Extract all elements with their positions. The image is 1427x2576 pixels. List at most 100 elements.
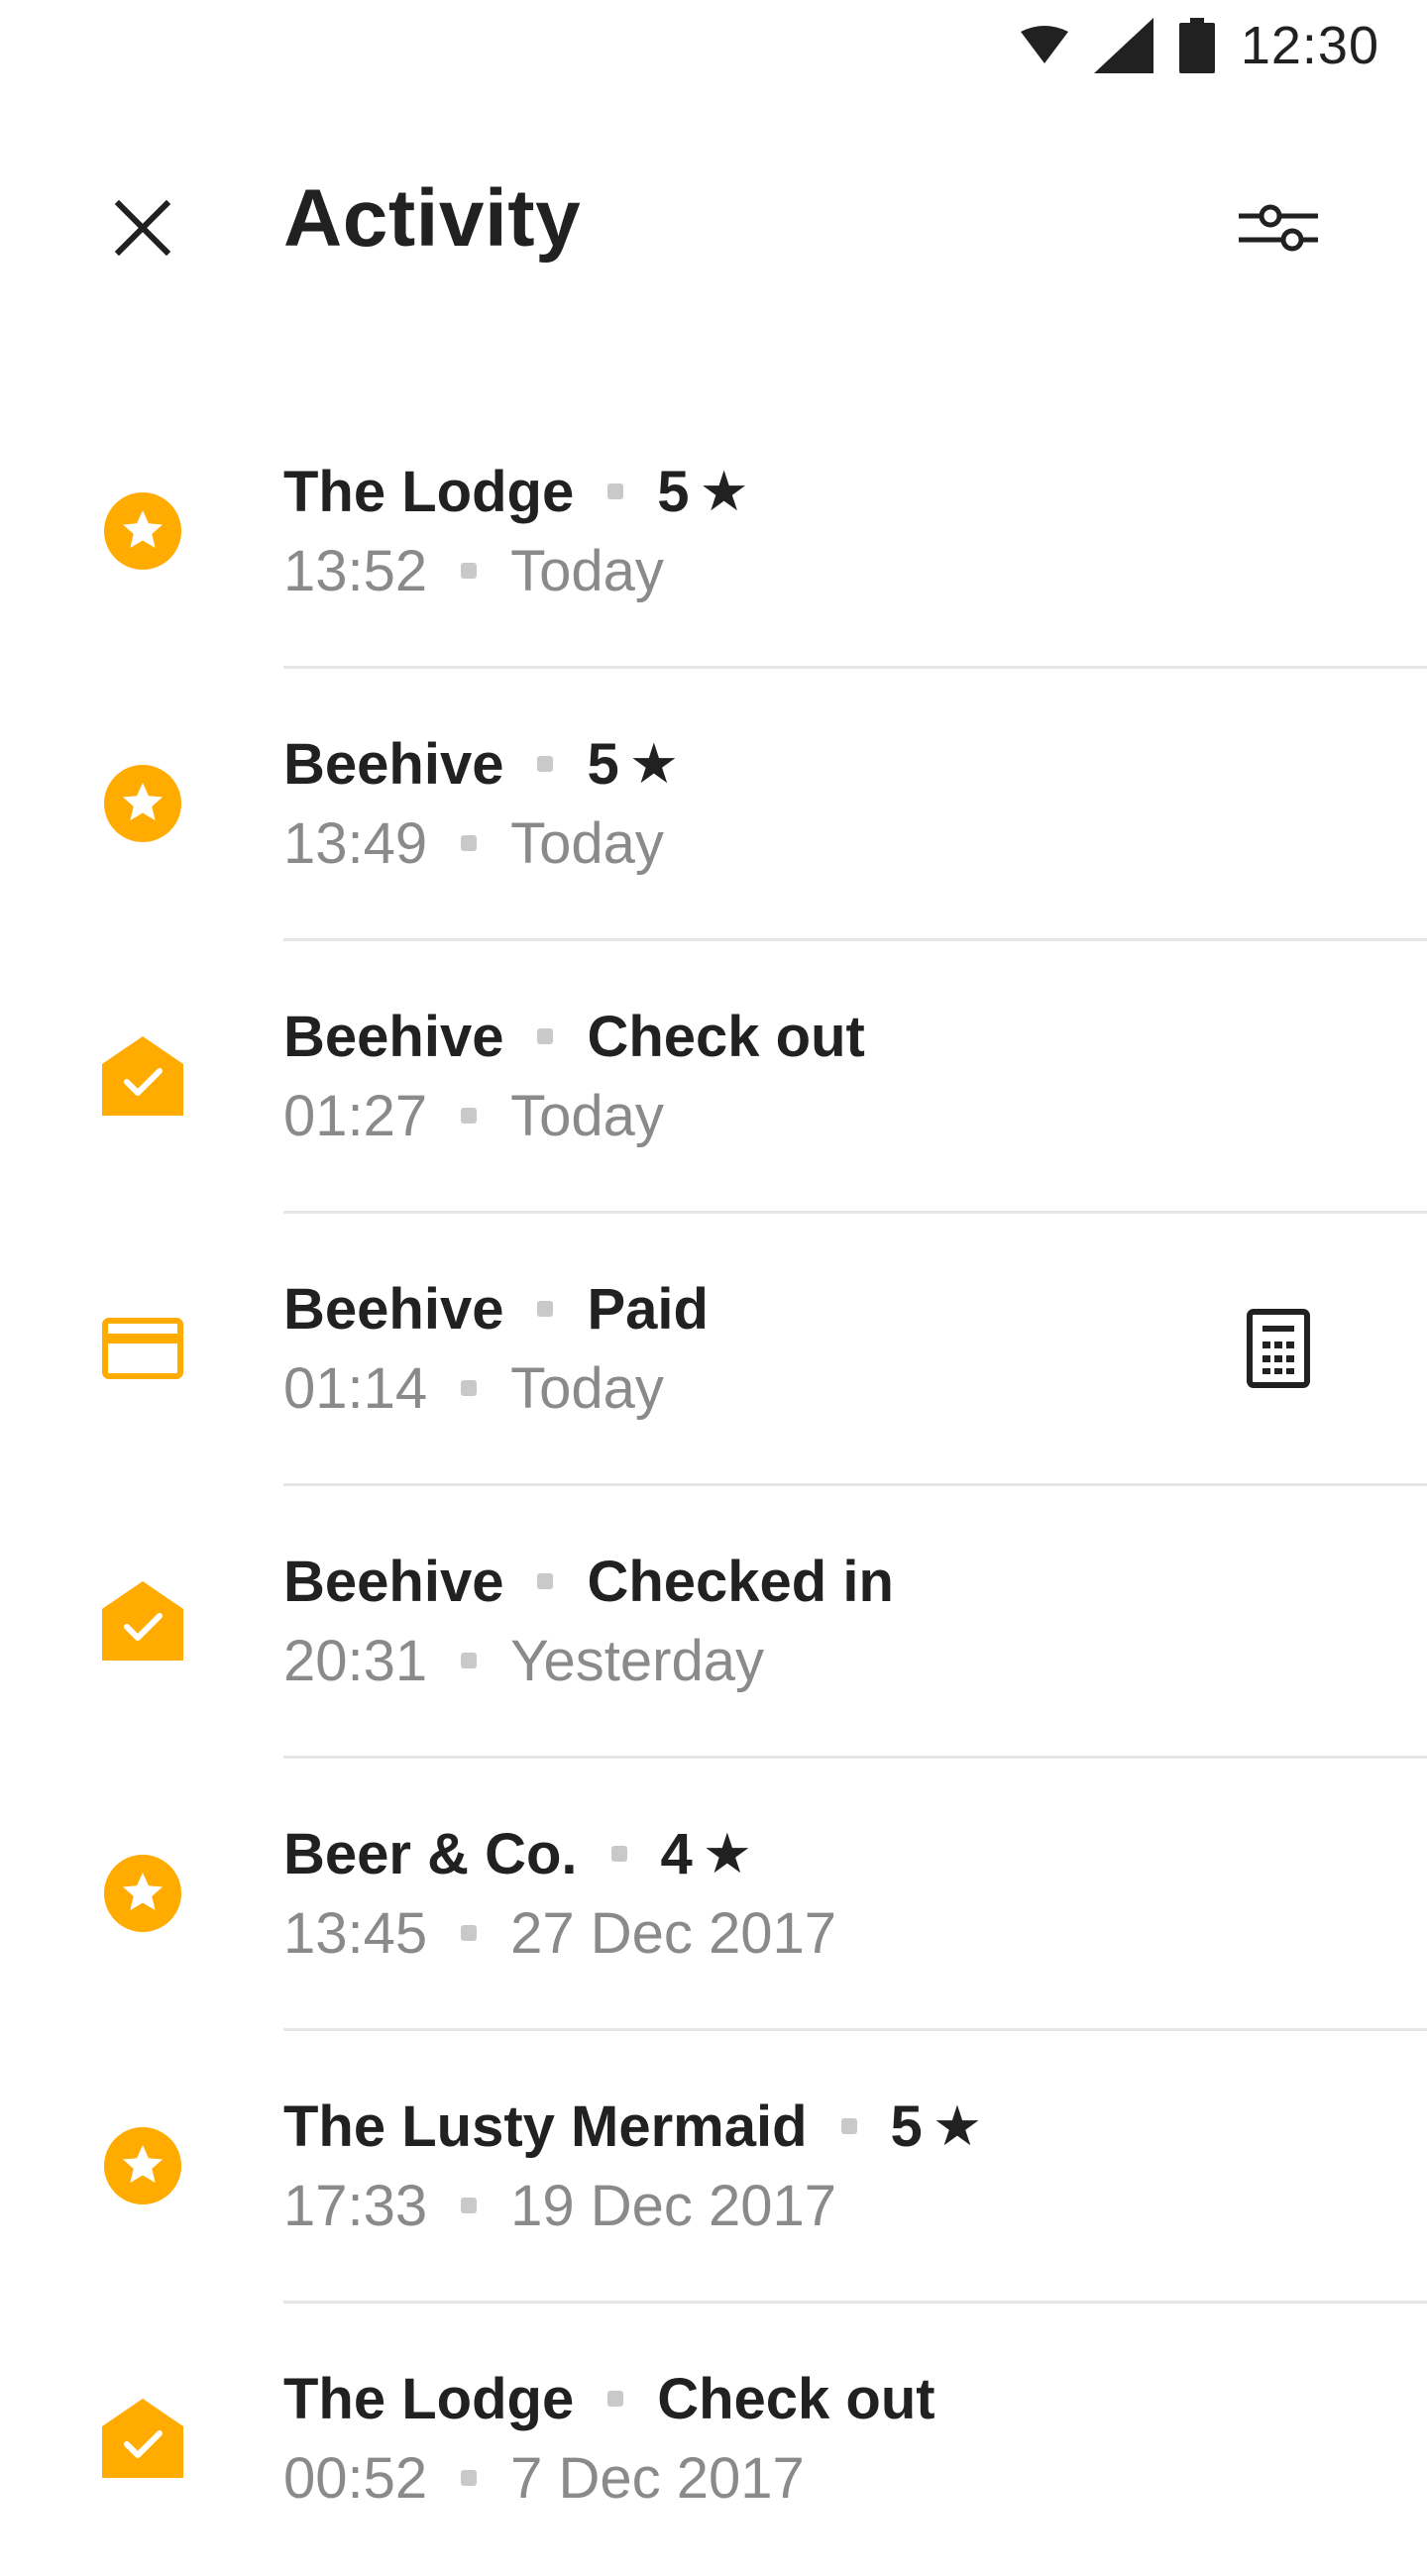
- wifi-icon: [1020, 26, 1068, 63]
- place-name: Beehive: [283, 1276, 504, 1342]
- battery-icon: [1178, 18, 1215, 73]
- activity-meta-line: 00:52 7 Dec 2017: [283, 2438, 1229, 2518]
- house-check-icon: [95, 1573, 190, 1668]
- activity-meta-line: 20:31 Yesterday: [283, 1621, 1229, 1700]
- separator-dot: [461, 563, 478, 579]
- star-icon: ★: [699, 460, 749, 522]
- activity-meta-line: 17:33 19 Dec 2017: [283, 2166, 1229, 2245]
- activity-time: 01:27: [283, 1083, 428, 1148]
- activity-meta-line: 01:14 Today: [283, 1348, 1229, 1428]
- activity-row[interactable]: Beehive 5 ★ 13:49 Today: [0, 669, 1427, 941]
- filter-button[interactable]: [1229, 180, 1328, 275]
- app-bar: Activity: [0, 95, 1427, 345]
- place-name: Beer & Co.: [283, 1821, 578, 1886]
- activity-text: Beehive Paid 01:14 Today: [283, 1269, 1229, 1428]
- separator-dot: [461, 2470, 478, 2486]
- close-button[interactable]: [95, 180, 190, 275]
- place-name: The Lusty Mermaid: [283, 2093, 808, 2159]
- activity-row[interactable]: The Lodge 5 ★ 13:52 Today: [0, 396, 1427, 669]
- place-name: Beehive: [283, 731, 504, 797]
- activity-title-line: The Lusty Mermaid 5 ★: [283, 2087, 1229, 2166]
- separator-dot: [610, 1846, 627, 1862]
- activity-time: 13:45: [283, 1900, 428, 1966]
- place-name: The Lodge: [283, 459, 575, 524]
- close-icon: [115, 200, 170, 256]
- activity-detail: 5: [890, 2093, 923, 2159]
- cellular-signal-icon: [1093, 18, 1153, 73]
- separator-dot: [537, 1028, 554, 1044]
- house-check-icon: [95, 2391, 190, 2486]
- activity-detail: Check out: [657, 2366, 935, 2431]
- separator-dot: [607, 483, 624, 499]
- activity-text: The Lodge 5 ★ 13:52 Today: [283, 452, 1229, 610]
- activity-time: 13:49: [283, 810, 428, 876]
- star-badge-icon: [95, 756, 190, 851]
- activity-date: 19 Dec 2017: [510, 2173, 837, 2238]
- activity-detail: Check out: [587, 1004, 865, 1069]
- activity-meta-line: 13:52 Today: [283, 531, 1229, 610]
- receipt-icon: [1247, 1309, 1310, 1388]
- activity-time: 20:31: [283, 1628, 428, 1693]
- activity-date: Today: [510, 810, 664, 876]
- receipt-button[interactable]: [1229, 1299, 1328, 1398]
- activity-date: Yesterday: [510, 1628, 764, 1693]
- activity-title-line: Beehive Check out: [283, 997, 1229, 1076]
- activity-detail: 5: [587, 731, 619, 797]
- separator-dot: [537, 1301, 554, 1317]
- activity-date: Today: [510, 1083, 664, 1148]
- separator-dot: [537, 756, 554, 772]
- star-badge-icon: [95, 483, 190, 579]
- activity-text: Beer & Co. 4 ★ 13:45 27 Dec 2017: [283, 1814, 1229, 1973]
- activity-meta-line: 13:45 27 Dec 2017: [283, 1893, 1229, 1973]
- activity-detail: 4: [660, 1821, 693, 1886]
- star-icon: ★: [932, 2094, 983, 2157]
- activity-title-line: The Lodge Check out: [283, 2359, 1229, 2438]
- activity-text: Beehive Checked in 20:31 Yesterday: [283, 1542, 1229, 1700]
- activity-meta-line: 13:49 Today: [283, 804, 1229, 883]
- activity-time: 17:33: [283, 2173, 428, 2238]
- activity-row[interactable]: Beehive Check out 01:27 Today: [0, 941, 1427, 1214]
- activity-title-line: Beehive 5 ★: [283, 724, 1229, 804]
- activity-list: The Lodge 5 ★ 13:52 Today Beehive 5 ★ 13…: [0, 396, 1427, 2576]
- activity-detail: Paid: [587, 1276, 709, 1342]
- activity-time: 00:52: [283, 2445, 428, 2511]
- activity-row[interactable]: Beehive Paid 01:14 Today: [0, 1214, 1427, 1486]
- star-icon: ★: [702, 1822, 752, 1884]
- activity-row[interactable]: The Lusty Mermaid 5 ★ 17:33 19 Dec 2017: [0, 2031, 1427, 2304]
- activity-date: 27 Dec 2017: [510, 1900, 837, 1966]
- status-bar: 12:30: [0, 0, 1427, 95]
- star-badge-icon: [95, 2118, 190, 2213]
- activity-meta-line: 01:27 Today: [283, 1076, 1229, 1155]
- separator-dot: [461, 835, 478, 851]
- activity-text: Beehive Check out 01:27 Today: [283, 997, 1229, 1155]
- place-name: The Lodge: [283, 2366, 575, 2431]
- activity-title-line: The Lodge 5 ★: [283, 452, 1229, 531]
- page-title: Activity: [283, 173, 582, 264]
- activity-date: Today: [510, 1355, 664, 1421]
- star-icon: ★: [628, 732, 679, 795]
- activity-time: 01:14: [283, 1355, 428, 1421]
- star-badge-icon: [95, 1846, 190, 1941]
- activity-row[interactable]: Beer & Co. 4 ★ 13:45 27 Dec 2017: [0, 1759, 1427, 2031]
- separator-dot: [840, 2118, 857, 2134]
- separator-dot: [537, 1573, 554, 1589]
- separator-dot: [461, 1380, 478, 1396]
- place-name: Beehive: [283, 1004, 504, 1069]
- activity-title-line: Beehive Paid: [283, 1269, 1229, 1348]
- separator-dot: [461, 2198, 478, 2213]
- separator-dot: [607, 2391, 624, 2407]
- activity-text: The Lodge Check out 00:52 7 Dec 2017: [283, 2359, 1229, 2518]
- separator-dot: [461, 1925, 478, 1941]
- house-check-icon: [95, 1028, 190, 1124]
- activity-row[interactable]: Beehive Checked in 20:31 Yesterday: [0, 1486, 1427, 1759]
- separator-dot: [461, 1653, 478, 1668]
- activity-detail: Checked in: [587, 1549, 894, 1614]
- activity-title-line: Beehive Checked in: [283, 1542, 1229, 1621]
- activity-date: Today: [510, 538, 664, 603]
- credit-card-icon: [95, 1301, 190, 1396]
- place-name: Beehive: [283, 1549, 504, 1614]
- activity-text: Beehive 5 ★ 13:49 Today: [283, 724, 1229, 883]
- activity-row[interactable]: The Lodge Check out 00:52 7 Dec 2017: [0, 2304, 1427, 2576]
- separator-dot: [461, 1108, 478, 1124]
- sliders-icon: [1239, 204, 1318, 252]
